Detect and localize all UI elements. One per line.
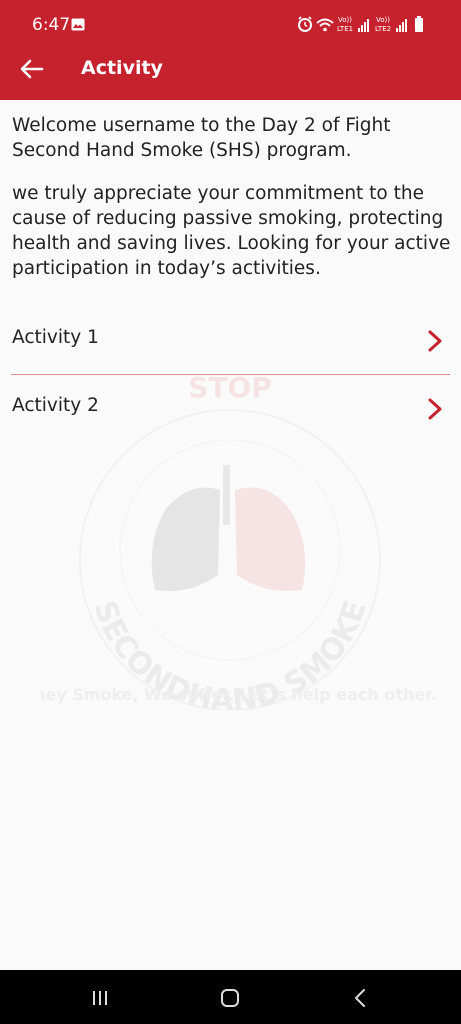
page-title: Activity — [81, 57, 163, 79]
signal-2-icon — [396, 19, 407, 32]
arrow-left-icon[interactable] — [18, 56, 46, 82]
system-nav-bar — [0, 970, 461, 1024]
signal-1-icon — [358, 19, 369, 32]
wifi-icon — [316, 18, 334, 32]
activity-row-2[interactable]: Activity 2 — [0, 378, 461, 438]
alarm-icon — [298, 16, 312, 32]
activity-row-1[interactable]: Activity 1 — [0, 310, 461, 370]
recents-icon[interactable] — [80, 984, 120, 1012]
status-bar: 6:47 Vo)) LTE1 Vo)) LTE2 — [0, 0, 461, 48]
chevron-right-icon — [428, 330, 442, 352]
svg-text:LTE1: LTE1 — [337, 25, 353, 33]
status-icons: Vo)) LTE1 Vo)) LTE2 — [298, 16, 423, 33]
svg-text:Vo)): Vo)) — [338, 16, 352, 24]
home-icon[interactable] — [210, 984, 250, 1012]
watermark-tagline: They Smoke, We suffer. Let`s help each o… — [40, 685, 437, 704]
back-icon[interactable] — [340, 984, 380, 1012]
volte-lte1-icon: Vo)) LTE1 — [337, 16, 353, 33]
volte-lte2-icon: Vo)) LTE2 — [375, 16, 391, 33]
divider — [11, 374, 450, 375]
activity-label: Activity 1 — [12, 327, 99, 348]
status-time: 6:47 — [32, 15, 71, 35]
activity-label: Activity 2 — [12, 395, 99, 416]
welcome-text: Welcome username to the Day 2 of Fight S… — [12, 115, 391, 161]
battery-icon — [415, 16, 423, 32]
appreciation-text: we truly appreciate your commitment to t… — [12, 183, 451, 279]
svg-text:Vo)): Vo)) — [376, 16, 390, 24]
svg-text:LTE2: LTE2 — [375, 25, 391, 33]
chevron-right-icon — [428, 398, 442, 420]
app-header: 6:47 Vo)) LTE1 Vo)) LTE2 Activity — [0, 0, 461, 100]
gallery-icon — [71, 18, 85, 31]
